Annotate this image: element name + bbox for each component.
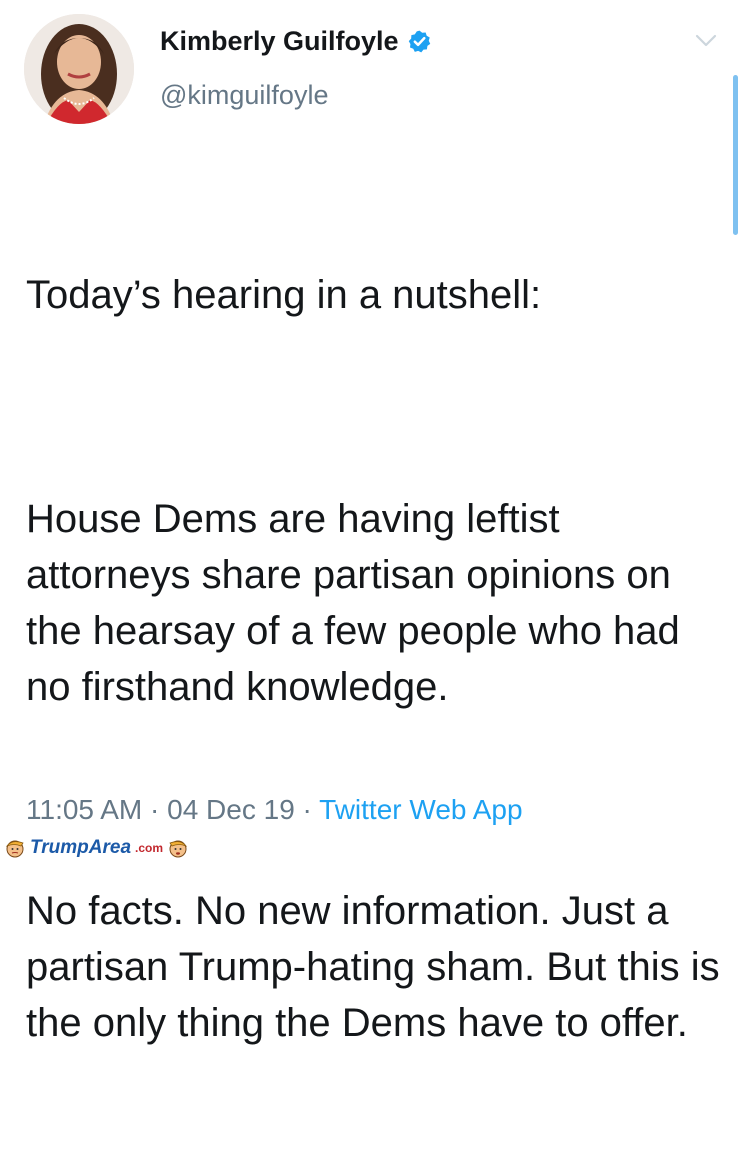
author-name-row[interactable]: Kimberly Guilfoyle	[160, 26, 432, 57]
verified-badge-icon	[408, 30, 430, 53]
tweet-date[interactable]: 04 Dec 19	[167, 794, 295, 825]
watermark: TrumpArea .com	[4, 836, 189, 860]
watermark-text: TrumpArea	[30, 837, 132, 858]
meta-separator: ·	[150, 794, 160, 825]
trump-face-icon	[169, 840, 188, 858]
tweet-text: Today’s hearing in a nutshell: House Dem…	[26, 155, 726, 1163]
tweet-source-link[interactable]: Twitter Web App	[319, 794, 522, 825]
tweet-paragraph: No facts. No new information. Just a par…	[26, 889, 731, 1045]
avatar-photo	[24, 14, 134, 124]
tweet-meta: 11:05 AM · 04 Dec 19 · Twitter Web App	[26, 794, 523, 826]
trump-face-icon	[5, 840, 24, 858]
meta-separator: ·	[302, 794, 312, 825]
tweet-time[interactable]: 11:05 AM	[26, 794, 142, 825]
tweet-paragraph: Today’s hearing in a nutshell:	[26, 273, 542, 317]
author-handle[interactable]: @kimguilfoyle	[160, 80, 328, 111]
tweet-paragraph: House Dems are having leftist attorneys …	[26, 497, 691, 709]
watermark-suffix: .com	[135, 841, 164, 855]
chevron-down-icon[interactable]	[694, 32, 718, 50]
avatar[interactable]	[24, 14, 134, 124]
author-name[interactable]: Kimberly Guilfoyle	[160, 26, 399, 57]
scrollbar[interactable]	[733, 75, 738, 235]
